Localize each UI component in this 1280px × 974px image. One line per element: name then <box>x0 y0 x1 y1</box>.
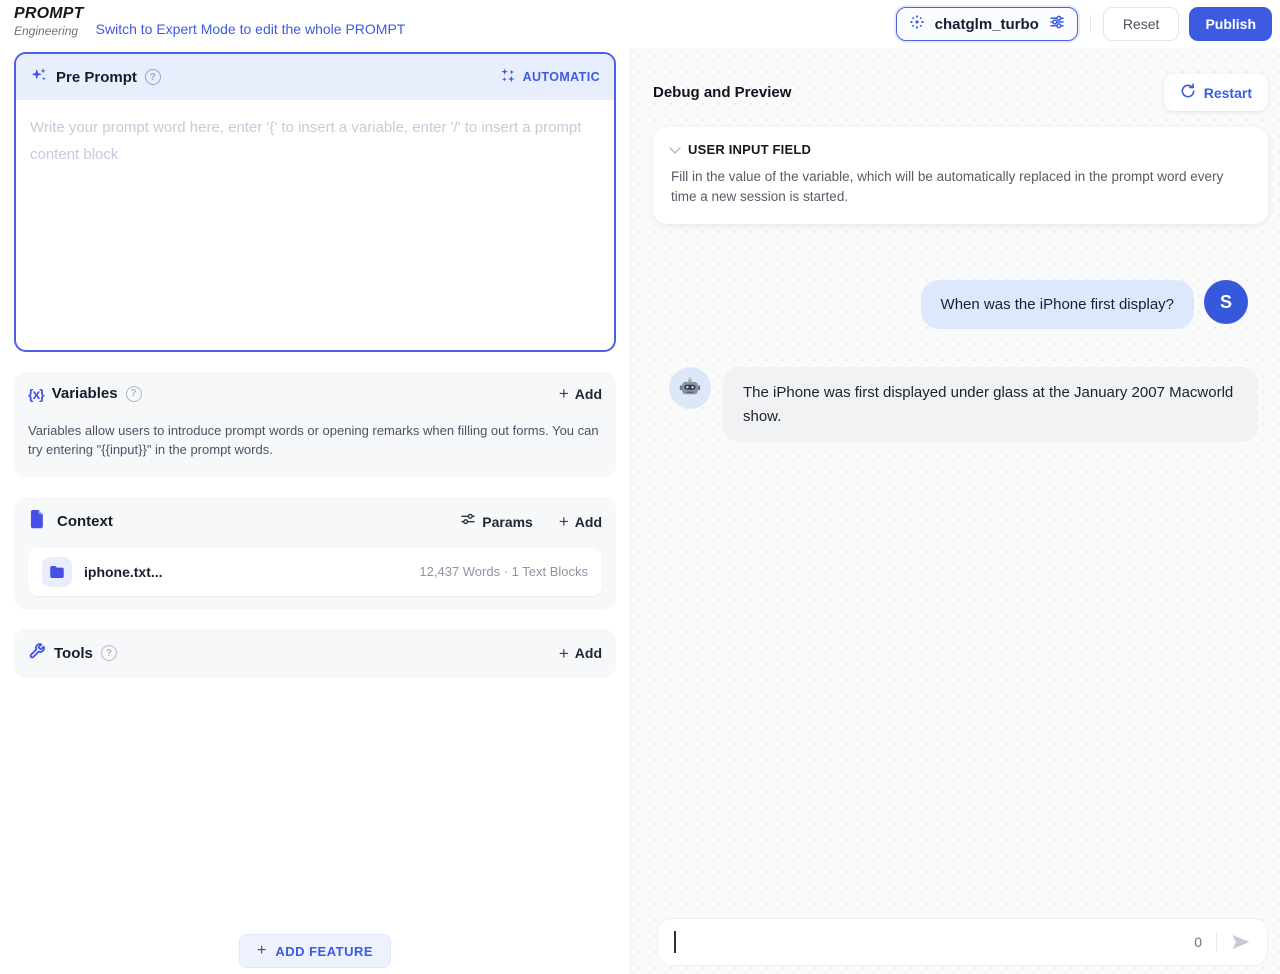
automatic-label: AUTOMATIC <box>523 70 600 84</box>
tools-icon <box>28 642 46 665</box>
assistant-message-row: The iPhone was first displayed under gla… <box>653 367 1270 442</box>
variables-add-button[interactable]: + Add <box>559 385 602 402</box>
model-logo-icon <box>908 13 926 36</box>
debug-preview-pane: Debug and Preview Restart USER INPUT FIE… <box>630 48 1280 974</box>
chat-composer: 0 <box>657 918 1268 966</box>
user-input-field-title: USER INPUT FIELD <box>688 142 811 157</box>
debug-title: Debug and Preview <box>653 84 791 101</box>
pre-prompt-card: Pre Prompt ? AUTOMATIC <box>14 52 616 352</box>
context-file-row[interactable]: iphone.txt... 12,437 Words · 1 Text Bloc… <box>28 548 602 596</box>
main: Pre Prompt ? AUTOMATIC <box>0 48 1280 974</box>
logo: PROMPT Engineering <box>14 5 84 38</box>
model-name: chatglm_turbo <box>935 16 1039 33</box>
restart-button[interactable]: Restart <box>1164 74 1268 111</box>
brand: PROMPT Engineering Switch to Expert Mode… <box>14 5 405 38</box>
chat-messages: When was the iPhone first display? S <box>653 280 1270 442</box>
assistant-message-bubble: The iPhone was first displayed under gla… <box>723 367 1258 442</box>
composer-divider <box>1216 932 1217 952</box>
pre-prompt-input[interactable] <box>16 100 614 346</box>
debug-header: Debug and Preview Restart <box>653 74 1270 111</box>
folder-icon <box>42 557 72 587</box>
pre-prompt-help-icon[interactable]: ? <box>145 69 161 85</box>
tools-help-icon[interactable]: ? <box>101 645 117 661</box>
chevron-down-icon <box>669 142 680 153</box>
pre-prompt-title: Pre Prompt <box>56 69 137 86</box>
user-input-field-card: USER INPUT FIELD Fill in the value of th… <box>653 127 1268 224</box>
logo-subtitle: Engineering <box>14 24 84 38</box>
send-icon[interactable] <box>1229 930 1253 954</box>
tools-add-button[interactable]: + Add <box>559 645 602 662</box>
top-actions: chatglm_turbo Reset Publish <box>896 7 1272 41</box>
sparkles-icon <box>30 66 48 89</box>
context-add-button[interactable]: + Add <box>559 513 602 530</box>
logo-title: PROMPT <box>14 5 84 23</box>
pre-prompt-body <box>16 100 614 351</box>
file-meta: 12,437 Words · 1 Text Blocks <box>419 564 588 579</box>
model-settings-icon[interactable] <box>1048 13 1066 36</box>
expert-mode-link[interactable]: Switch to Expert Mode to edit the whole … <box>96 21 406 37</box>
context-params-button[interactable]: Params <box>460 511 533 532</box>
variables-icon: {x} <box>28 386 44 402</box>
variables-section: {x} Variables ? + Add Variables allow us… <box>14 372 616 477</box>
plus-icon: + <box>257 943 266 959</box>
top-bar: PROMPT Engineering Switch to Expert Mode… <box>0 0 1280 48</box>
variables-description: Variables allow users to introduce promp… <box>28 422 602 464</box>
header-divider <box>1090 15 1091 33</box>
prompt-editor-pane: Pre Prompt ? AUTOMATIC <box>0 48 630 974</box>
add-feature-button[interactable]: + ADD FEATURE <box>239 934 391 968</box>
tools-section: Tools ? + Add <box>14 629 616 678</box>
model-selector[interactable]: chatglm_turbo <box>896 7 1078 41</box>
chat-input[interactable] <box>676 934 1195 951</box>
user-message-bubble: When was the iPhone first display? <box>921 280 1194 329</box>
plus-icon: + <box>559 513 569 530</box>
params-icon <box>460 511 476 532</box>
assistant-robot-avatar <box>669 367 711 409</box>
plus-icon: + <box>559 645 569 662</box>
app-root: PROMPT Engineering Switch to Expert Mode… <box>0 0 1280 974</box>
user-avatar: S <box>1204 280 1248 324</box>
user-input-field-toggle[interactable]: USER INPUT FIELD <box>671 142 1250 157</box>
char-count: 0 <box>1194 934 1202 950</box>
user-message-row: When was the iPhone first display? S <box>653 280 1270 329</box>
document-icon <box>28 510 45 534</box>
restart-icon <box>1180 83 1196 102</box>
user-input-field-description: Fill in the value of the variable, which… <box>671 167 1250 206</box>
pre-prompt-header: Pre Prompt ? AUTOMATIC <box>16 54 614 100</box>
variables-help-icon[interactable]: ? <box>126 386 142 402</box>
automatic-icon <box>500 67 516 88</box>
context-section: Context Params <box>14 497 616 609</box>
variables-title: Variables <box>52 385 118 402</box>
automatic-mode-toggle[interactable]: AUTOMATIC <box>500 67 600 88</box>
context-title: Context <box>57 513 113 530</box>
reset-button[interactable]: Reset <box>1103 7 1180 41</box>
tools-title: Tools <box>54 645 93 662</box>
publish-button[interactable]: Publish <box>1189 7 1272 41</box>
plus-icon: + <box>559 385 569 402</box>
file-name: iphone.txt... <box>84 564 163 580</box>
